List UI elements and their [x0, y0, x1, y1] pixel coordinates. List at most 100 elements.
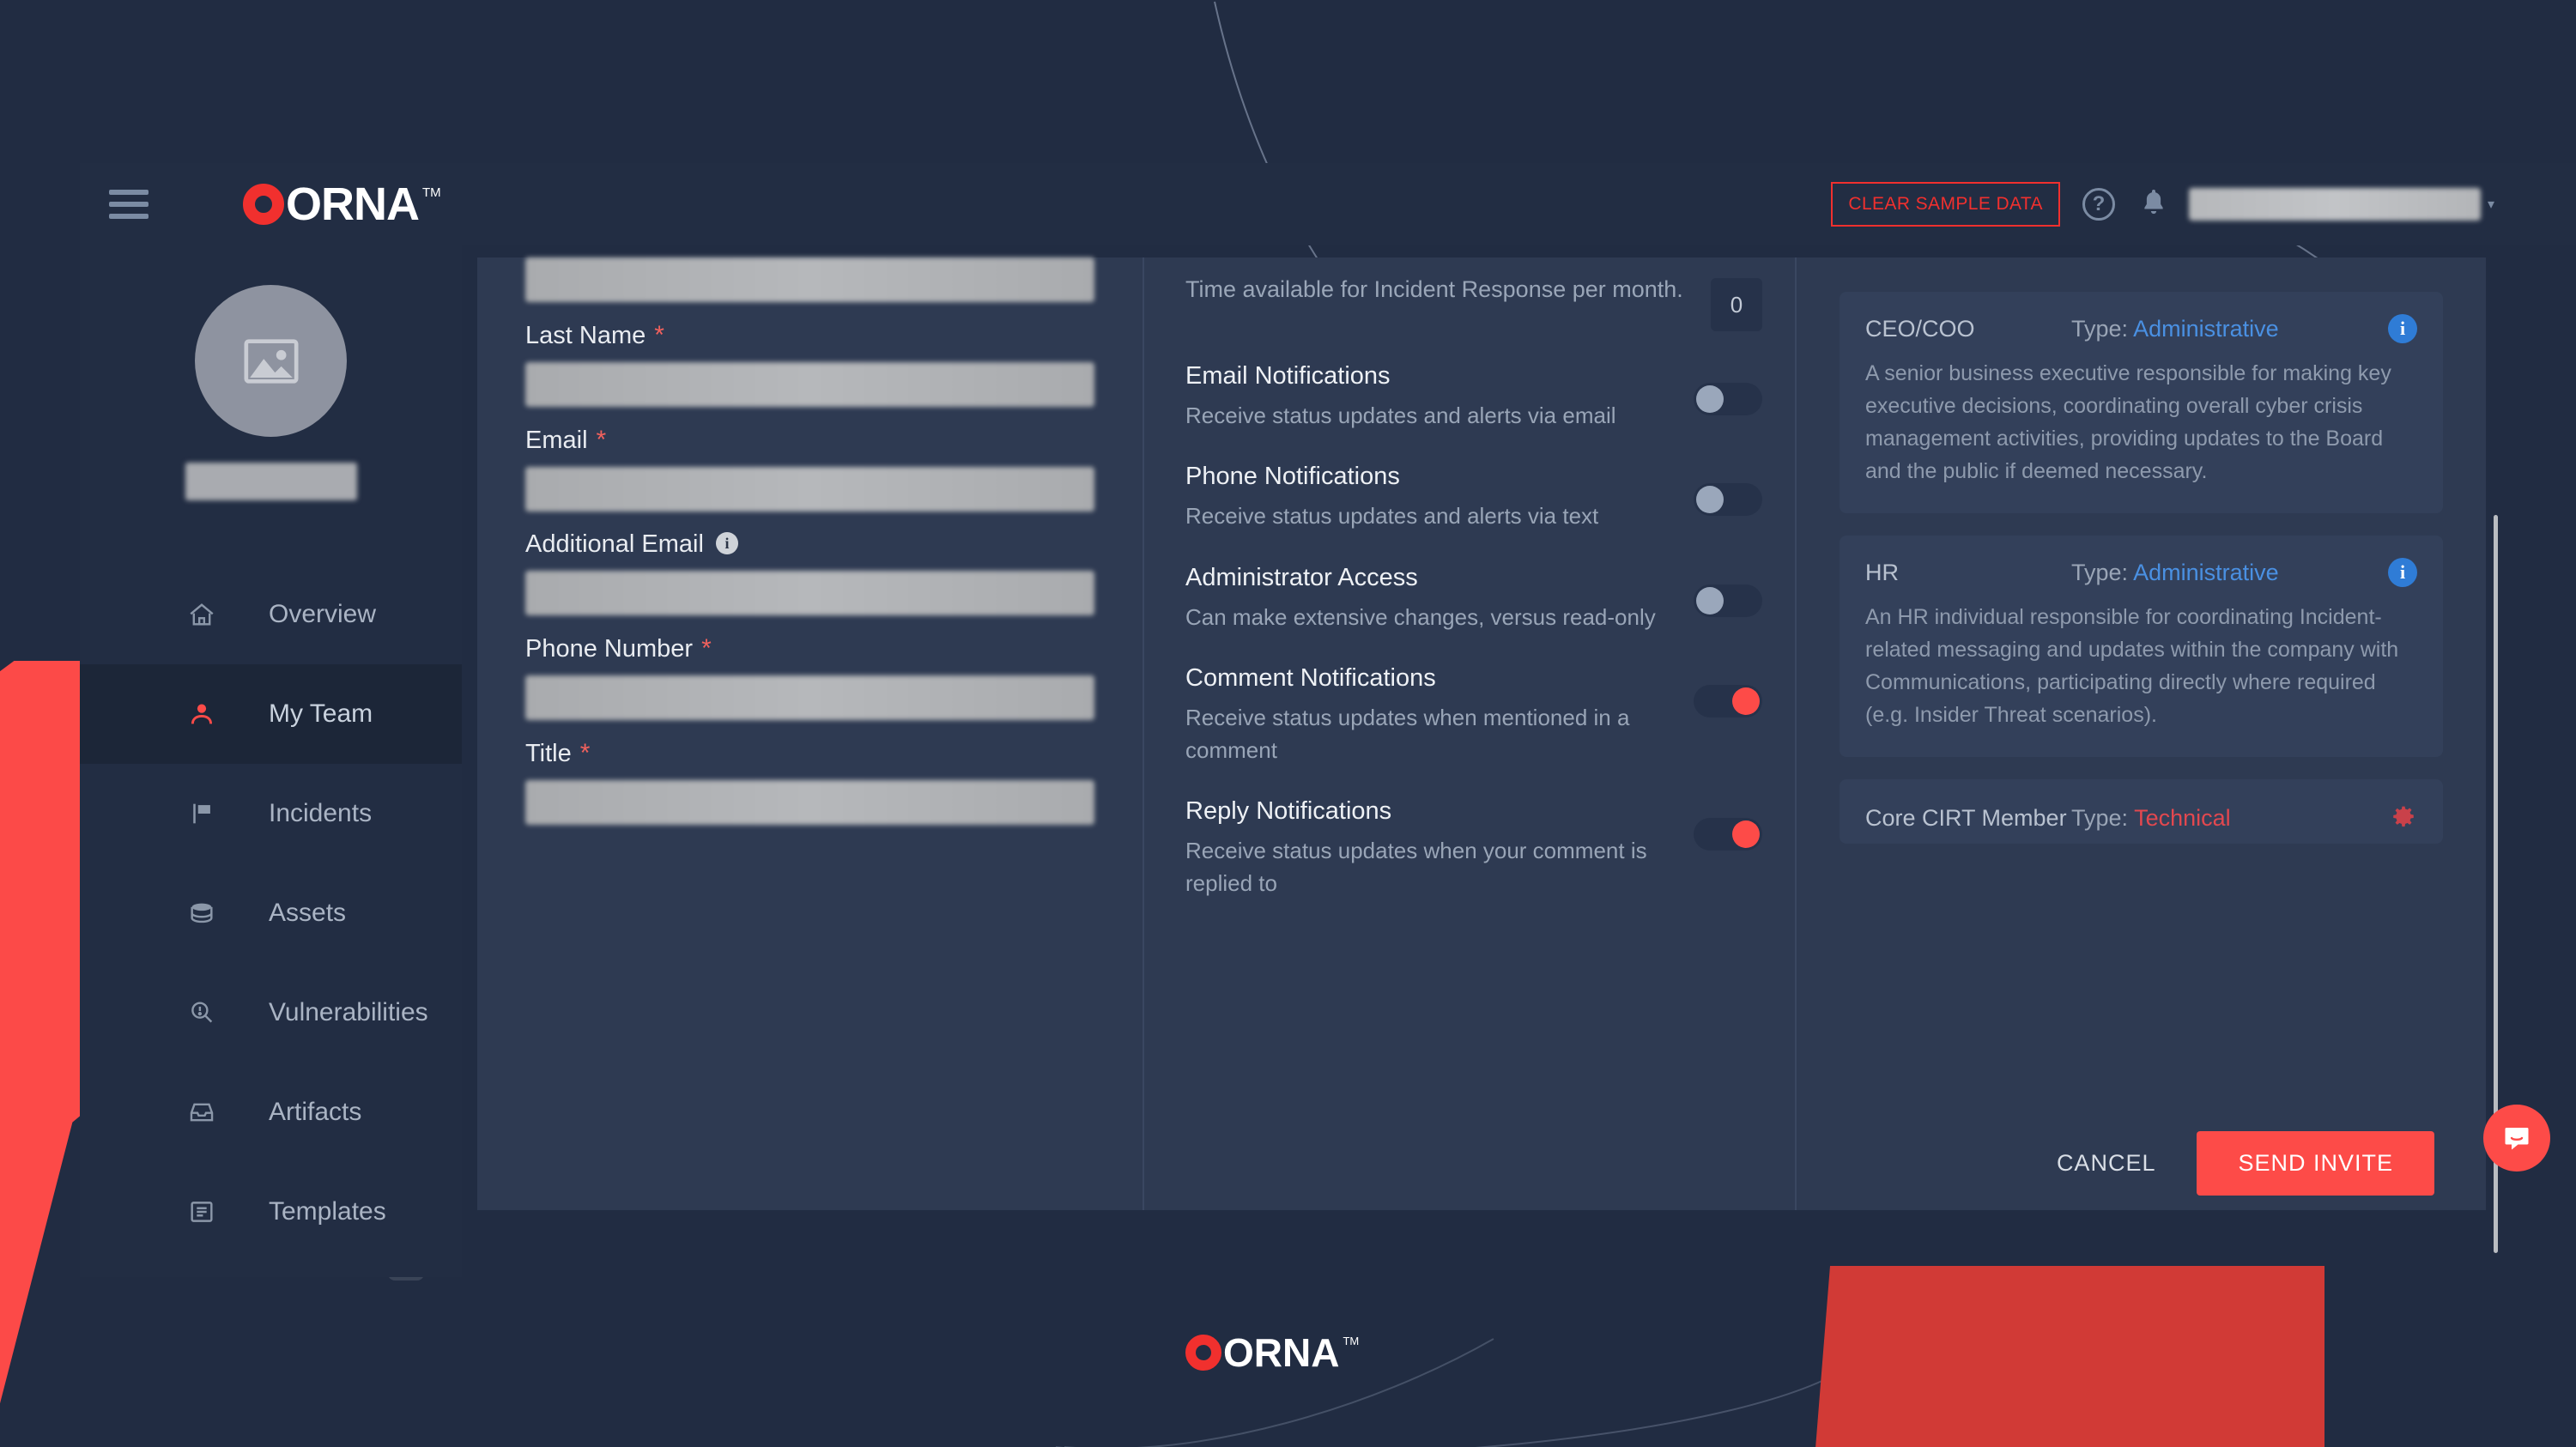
- role-description: An HR individual responsible for coordin…: [1865, 605, 2399, 727]
- toggle-title: Administrator Access: [1185, 563, 1418, 591]
- role-card[interactable]: CEO/COO Type: Administrative i A senior …: [1840, 292, 2443, 513]
- sidebar: Overview My Team Incidents Assets Vulner…: [80, 245, 462, 1277]
- toggle-description: Receive status updates when your comment…: [1185, 838, 1647, 896]
- role-type-value: Technical: [2134, 805, 2231, 831]
- additional-email-input[interactable]: [525, 571, 1094, 615]
- sidebar-item-assets[interactable]: Assets: [80, 863, 462, 963]
- flag-icon: [183, 800, 221, 827]
- title-input[interactable]: [525, 780, 1094, 825]
- toggle-row-reply-notifications: Reply Notifications Receive status updat…: [1185, 797, 1795, 899]
- sidebar-profile: [80, 245, 462, 500]
- home-icon: [183, 601, 221, 628]
- sidebar-item-templates[interactable]: Templates: [80, 1162, 462, 1262]
- toggle-row-email-notifications: Email Notifications Receive status updat…: [1185, 362, 1795, 432]
- role-type-prefix: Type:: [2071, 315, 2129, 342]
- send-invite-button[interactable]: SEND INVITE: [2197, 1130, 2434, 1196]
- role-type-value: Administrative: [2133, 315, 2279, 342]
- email-notifications-toggle[interactable]: [1694, 383, 1762, 415]
- hamburger-menu-icon[interactable]: [109, 190, 148, 219]
- sidebar-item-vulnerabilities[interactable]: Vulnerabilities: [80, 963, 462, 1063]
- cancel-button[interactable]: CANCEL: [2057, 1150, 2156, 1177]
- toggle-title: Reply Notifications: [1185, 797, 1392, 826]
- role-type-prefix: Type:: [2071, 559, 2129, 585]
- role-type: Type: Administrative: [2071, 560, 2279, 586]
- sidebar-item-label: My Team: [269, 699, 373, 728]
- chevron-down-icon[interactable]: ▾: [2488, 196, 2494, 213]
- clear-sample-data-button[interactable]: CLEAR SAMPLE DATA: [1831, 182, 2060, 227]
- help-icon[interactable]: ?: [2082, 188, 2115, 221]
- top-bar: ORNA TM CLEAR SAMPLE DATA ? ▾: [80, 163, 2576, 245]
- email-label: Email *: [525, 426, 607, 454]
- sidebar-item-my-team[interactable]: My Team: [80, 664, 462, 764]
- modal-footer: CANCEL SEND INVITE: [477, 1116, 2486, 1210]
- info-icon[interactable]: i: [715, 532, 738, 554]
- comment-notifications-toggle[interactable]: [1694, 685, 1762, 718]
- decorative-red-shape-right: [1809, 1266, 2324, 1447]
- profile-name-redacted: [185, 463, 357, 500]
- logo-o-icon: [1185, 1335, 1221, 1371]
- notifications-bell-icon[interactable]: [2141, 187, 2167, 222]
- roles-column: CEO/COO Type: Administrative i A senior …: [1795, 257, 2486, 1210]
- toggle-title: Phone Notifications: [1185, 463, 1400, 491]
- toggle-description: Receive status updates when mentioned in…: [1185, 705, 1630, 763]
- toggle-row-phone-notifications: Phone Notifications Receive status updat…: [1185, 463, 1795, 532]
- user-account-chip[interactable]: [2188, 188, 2481, 221]
- logo-text: ORNA: [286, 179, 420, 230]
- reply-notifications-toggle[interactable]: [1694, 818, 1762, 851]
- sidebar-item-label: Templates: [269, 1197, 386, 1226]
- toggle-title: Comment Notifications: [1185, 664, 1436, 693]
- role-name: CEO/COO: [1865, 315, 1975, 342]
- additional-email-label: Additional Email i: [525, 517, 1094, 571]
- role-name: HR: [1865, 559, 1899, 585]
- administrator-access-toggle[interactable]: [1694, 584, 1762, 617]
- required-marker: *: [596, 426, 607, 454]
- logo-text: ORNA: [1223, 1330, 1340, 1375]
- role-card[interactable]: Core CIRT Member Type: Technical: [1840, 779, 2443, 844]
- chat-widget-button[interactable]: [2483, 1105, 2550, 1172]
- time-available-row: Time available for Incident Response per…: [1185, 257, 1795, 331]
- sidebar-item-artifacts[interactable]: Artifacts: [80, 1063, 462, 1162]
- title-label: Title *: [525, 739, 591, 767]
- role-card[interactable]: HR Type: Administrative i An HR individu…: [1840, 536, 2443, 757]
- toggle-description: Receive status updates and alerts via te…: [1185, 503, 1599, 530]
- form-field: Last Name *: [525, 307, 1094, 407]
- sidebar-item-incidents[interactable]: Incidents: [80, 764, 462, 863]
- first-name-input[interactable]: [525, 257, 1094, 302]
- time-available-input[interactable]: 0: [1711, 278, 1762, 331]
- gear-icon[interactable]: [2388, 802, 2417, 835]
- logo-trademark: TM: [422, 185, 441, 200]
- last-name-input[interactable]: [525, 362, 1094, 407]
- logo-o-icon: [243, 184, 284, 225]
- required-marker: *: [654, 321, 664, 349]
- toggle-description: Can make extensive changes, versus read-…: [1185, 603, 1656, 630]
- role-type-prefix: Type:: [2071, 805, 2129, 831]
- last-name-label: Last Name *: [525, 321, 664, 349]
- database-icon: [183, 899, 221, 927]
- member-form-column: Last Name * Email * Additional Email i P…: [477, 257, 1143, 1210]
- role-description: A senior business executive responsible …: [1865, 361, 2391, 483]
- toggle-row-administrator-access: Administrator Access Can make extensive …: [1185, 564, 1795, 633]
- roles-list[interactable]: CEO/COO Type: Administrative i A senior …: [1797, 257, 2486, 1210]
- role-type: Type: Technical: [2071, 805, 2231, 832]
- info-icon[interactable]: i: [2388, 314, 2417, 343]
- toggle-title: Email Notifications: [1185, 362, 1391, 390]
- magnifier-alert-icon: [183, 999, 221, 1026]
- form-field: Title *: [525, 725, 1094, 825]
- email-input[interactable]: [525, 467, 1094, 512]
- role-name: Core CIRT Member: [1865, 805, 2067, 831]
- invite-team-member-modal: Last Name * Email * Additional Email i P…: [477, 257, 2486, 1210]
- sidebar-item-label: Vulnerabilities: [269, 998, 428, 1026]
- role-type-value: Administrative: [2133, 559, 2279, 585]
- sidebar-item-label: Assets: [269, 899, 347, 927]
- sidebar-item-overview[interactable]: Overview: [80, 565, 462, 664]
- form-field: Email *: [525, 412, 1094, 512]
- avatar[interactable]: [195, 285, 347, 437]
- inbox-icon: [183, 1099, 221, 1126]
- sidebar-item-label: Incidents: [269, 799, 373, 827]
- sidebar-item-label: Overview: [269, 600, 377, 628]
- info-icon[interactable]: i: [2388, 558, 2417, 587]
- phone-notifications-toggle[interactable]: [1694, 483, 1762, 517]
- phone-number-input[interactable]: [525, 675, 1094, 720]
- phone-number-label: Phone Number *: [525, 634, 712, 663]
- settings-column: Time available for Incident Response per…: [1143, 257, 1795, 1210]
